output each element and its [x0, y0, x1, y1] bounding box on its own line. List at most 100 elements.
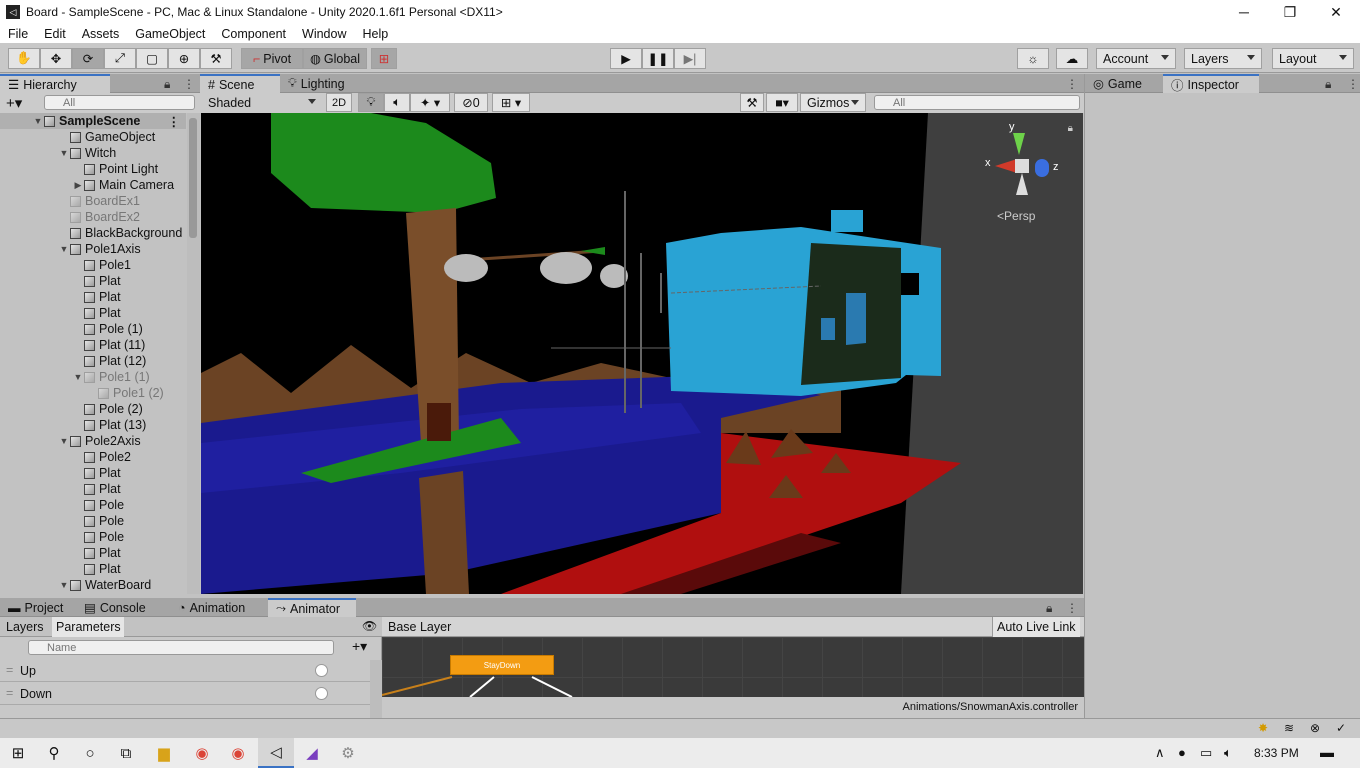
- tab-scene[interactable]: # Scene: [200, 74, 280, 93]
- scene-search-input[interactable]: [874, 95, 1080, 110]
- parameter-toggle[interactable]: [315, 687, 328, 700]
- hierarchy-item[interactable]: Plat: [0, 305, 186, 321]
- shading-dropdown[interactable]: Shaded: [202, 93, 322, 112]
- hierarchy-item[interactable]: BlackBackground: [0, 225, 186, 241]
- hierarchy-item[interactable]: Plat (13): [0, 417, 186, 433]
- hierarchy-search-input[interactable]: [44, 95, 195, 110]
- hierarchy-item[interactable]: ▼ Pole2Axis: [0, 433, 186, 449]
- parameters-scrollbar[interactable]: [370, 660, 382, 718]
- scrollbar-thumb[interactable]: [189, 118, 197, 238]
- fold-arrow-icon[interactable]: ▼: [58, 580, 70, 590]
- add-parameter-icon[interactable]: +▾: [352, 638, 367, 655]
- kebab-menu-icon[interactable]: ⋮: [183, 77, 195, 91]
- tab-animation[interactable]: ◔ Animation: [170, 598, 266, 617]
- debug-icon[interactable]: ⊗: [1310, 721, 1320, 735]
- hierarchy-item[interactable]: ▶ Main Camera: [0, 177, 186, 193]
- grid-snap-icon[interactable]: ⊞ ▾: [492, 93, 530, 112]
- tab-layers[interactable]: Layers: [2, 617, 50, 637]
- tab-console[interactable]: ▤ Console: [76, 598, 164, 617]
- app-icon[interactable]: ⚙: [330, 738, 366, 768]
- layers-icon[interactable]: ≋: [1284, 721, 1294, 735]
- base-layer-crumb[interactable]: Base Layer: [388, 620, 451, 634]
- search-icon[interactable]: ⚲: [36, 738, 72, 768]
- drag-handle-icon[interactable]: =: [6, 663, 13, 677]
- windows-start-icon[interactable]: ⊞: [0, 738, 36, 768]
- fold-arrow-icon[interactable]: ▶: [72, 180, 84, 191]
- hierarchy-item[interactable]: Pole1 (2): [0, 385, 186, 401]
- file-explorer-icon[interactable]: ▆: [146, 738, 182, 768]
- gizmo-axis-x[interactable]: x: [985, 157, 991, 169]
- hierarchy-item[interactable]: Plat: [0, 289, 186, 305]
- effects-icon[interactable]: ✦ ▾: [410, 93, 450, 112]
- network-icon[interactable]: ▭: [1200, 745, 1212, 761]
- hierarchy-item[interactable]: BoardEx1: [0, 193, 186, 209]
- check-icon[interactable]: ✓: [1336, 721, 1346, 735]
- cortana-icon[interactable]: ○: [72, 738, 108, 768]
- gizmo-axis-z[interactable]: z: [1053, 161, 1059, 173]
- gizmo-center[interactable]: [1015, 159, 1029, 173]
- fold-arrow-icon[interactable]: ▼: [58, 436, 70, 446]
- lock-icon[interactable]: 🔒︎: [1068, 123, 1073, 134]
- rect-tool-icon[interactable]: ▢: [136, 48, 168, 69]
- rotate-tool-icon[interactable]: ⟳: [72, 48, 104, 69]
- pause-button[interactable]: ❚❚: [642, 48, 674, 69]
- toggle-2d-button[interactable]: 2D: [326, 93, 352, 112]
- hierarchy-item[interactable]: ▼ SampleScene ⋮: [0, 113, 186, 129]
- hierarchy-item[interactable]: Pole: [0, 529, 186, 545]
- bug-icon[interactable]: ✸: [1258, 721, 1268, 735]
- hidden-objects-toggle[interactable]: ⊘ 0: [454, 93, 488, 112]
- hierarchy-item[interactable]: Pole: [0, 513, 186, 529]
- menu-gameobject[interactable]: GameObject: [127, 27, 213, 41]
- kebab-menu-icon[interactable]: ⋮: [168, 114, 181, 129]
- tools-icon[interactable]: ⚒: [740, 93, 764, 112]
- hierarchy-item[interactable]: ▼ Witch: [0, 145, 186, 161]
- parameter-toggle[interactable]: [315, 664, 328, 677]
- persp-label[interactable]: <Persp: [997, 209, 1035, 223]
- pivot-toggle[interactable]: ⌐ Pivot: [241, 48, 303, 69]
- tab-hierarchy[interactable]: ☰ Hierarchy: [0, 74, 110, 93]
- cloud-icon[interactable]: ☁: [1056, 48, 1088, 69]
- hierarchy-item[interactable]: Plat (12): [0, 353, 186, 369]
- add-icon[interactable]: +▾: [6, 94, 22, 112]
- gizmo-x-cone[interactable]: [995, 159, 1017, 173]
- kebab-menu-icon[interactable]: ⋮: [1066, 77, 1078, 91]
- scale-tool-icon[interactable]: ⤢: [104, 48, 136, 69]
- move-tool-icon[interactable]: ✥: [40, 48, 72, 69]
- menu-window[interactable]: Window: [294, 27, 354, 41]
- hierarchy-item[interactable]: BoardEx2: [0, 209, 186, 225]
- chrome-icon[interactable]: ◉: [184, 738, 220, 768]
- lock-icon[interactable]: 🔒︎: [1046, 601, 1052, 616]
- tab-lighting[interactable]: 💡︎ Lighting: [280, 74, 362, 93]
- hierarchy-item[interactable]: Pole (1): [0, 321, 186, 337]
- tab-inspector[interactable]: ⓘ Inspector: [1163, 74, 1259, 93]
- kebab-menu-icon[interactable]: ⋮: [1347, 77, 1359, 91]
- hierarchy-item[interactable]: Pole1: [0, 257, 186, 273]
- maximize-button[interactable]: ❐: [1267, 0, 1313, 24]
- hierarchy-item[interactable]: Pole2: [0, 449, 186, 465]
- hierarchy-item[interactable]: Plat: [0, 465, 186, 481]
- scene-gizmo[interactable]: y x z <Persp: [985, 121, 1065, 226]
- visual-studio-icon[interactable]: ◢: [294, 738, 330, 768]
- hierarchy-item[interactable]: Plat: [0, 481, 186, 497]
- task-view-icon[interactable]: ⧉: [108, 738, 144, 768]
- parameter-row[interactable]: = Up: [0, 660, 370, 682]
- fold-arrow-icon[interactable]: ▼: [58, 244, 70, 254]
- menu-help[interactable]: Help: [354, 27, 396, 41]
- lock-icon[interactable]: 🔒︎: [164, 77, 170, 92]
- hierarchy-scrollbar[interactable]: [187, 113, 200, 594]
- tab-project[interactable]: ▬ Project: [0, 598, 76, 617]
- hierarchy-item[interactable]: Pole (2): [0, 401, 186, 417]
- hand-tool-icon[interactable]: ✋: [8, 48, 40, 69]
- collab-icon[interactable]: ☼: [1017, 48, 1049, 69]
- layout-dropdown[interactable]: Layout: [1272, 48, 1354, 69]
- menu-component[interactable]: Component: [213, 27, 294, 41]
- auto-live-link-toggle[interactable]: Auto Live Link: [992, 617, 1080, 637]
- account-dropdown[interactable]: Account: [1096, 48, 1176, 69]
- custom-tool-icon[interactable]: ⚒: [200, 48, 232, 69]
- clock[interactable]: 8:33 PM: [1254, 746, 1299, 760]
- state-node[interactable]: StayDown: [450, 655, 554, 675]
- eye-icon[interactable]: 👁︎: [362, 619, 377, 633]
- hierarchy-item[interactable]: GameObject: [0, 129, 186, 145]
- fold-arrow-icon[interactable]: ▼: [32, 116, 44, 126]
- tab-game[interactable]: ◎ Game: [1085, 74, 1163, 93]
